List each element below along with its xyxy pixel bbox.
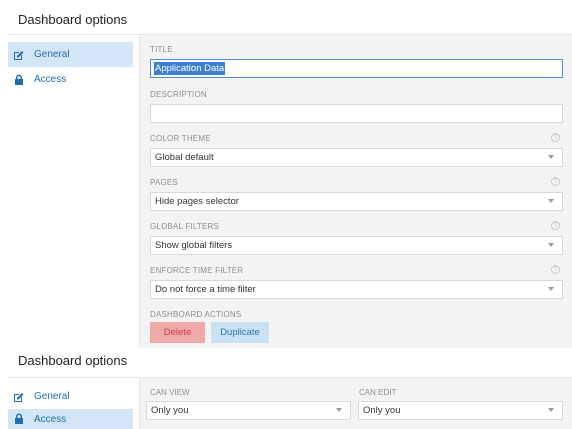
pages-select[interactable]: Hide pages selector xyxy=(150,192,563,211)
chevron-down-icon xyxy=(548,199,554,203)
title-input-value: Application Data xyxy=(154,62,226,75)
title-label: TITLE xyxy=(150,45,173,54)
sidebar-item-access[interactable]: Access xyxy=(8,409,133,429)
edit-icon xyxy=(12,390,25,403)
color-theme-select[interactable]: Global default xyxy=(150,148,563,167)
help-icon[interactable]: ? xyxy=(551,265,560,274)
sidebar-item-general[interactable]: General xyxy=(8,384,133,409)
global-filters-label: GLOBAL FILTERS xyxy=(150,222,220,231)
chevron-down-icon xyxy=(548,408,554,412)
sidebar-item-label: Access xyxy=(34,413,67,425)
sidebar-item-label: General xyxy=(34,49,70,60)
dashboard-actions-label: DASHBOARD ACTIONS xyxy=(150,310,242,319)
color-theme-label: COLOR THEME xyxy=(150,134,211,143)
description-input[interactable] xyxy=(150,104,563,123)
lock-icon xyxy=(12,73,25,86)
chevron-down-icon xyxy=(548,155,554,159)
enforce-time-filter-value: Do not force a time filter xyxy=(155,284,256,295)
chevron-down-icon xyxy=(548,243,554,247)
can-edit-select[interactable]: Only you xyxy=(358,401,563,420)
can-edit-label: CAN EDIT xyxy=(359,388,397,397)
can-edit-value: Only you xyxy=(363,405,401,416)
pages-label: PAGES xyxy=(150,178,178,187)
color-theme-value: Global default xyxy=(155,152,214,163)
help-icon[interactable]: ? xyxy=(551,133,560,142)
help-icon[interactable]: ? xyxy=(551,221,560,230)
description-label: DESCRIPTION xyxy=(150,90,207,99)
sidebar-item-general[interactable]: General xyxy=(8,42,133,67)
global-filters-value: Show global filters xyxy=(155,240,233,251)
panel-title: Dashboard options xyxy=(18,12,128,27)
can-view-label: CAN VIEW xyxy=(150,388,190,397)
enforce-time-filter-select[interactable]: Do not force a time filter xyxy=(150,280,563,299)
can-view-value: Only you xyxy=(151,405,189,416)
delete-button[interactable]: Delete xyxy=(150,322,205,343)
sidebar-item-access[interactable]: Access xyxy=(8,67,133,92)
title-input[interactable]: Application Data xyxy=(150,59,563,78)
pages-value: Hide pages selector xyxy=(155,196,239,207)
chevron-down-icon xyxy=(336,408,342,412)
chevron-down-icon xyxy=(548,287,554,291)
enforce-time-filter-label: ENFORCE TIME FILTER xyxy=(150,266,244,275)
panel-title: Dashboard options xyxy=(18,353,128,368)
duplicate-button[interactable]: Duplicate xyxy=(211,322,269,343)
sidebar-item-label: Access xyxy=(34,74,67,85)
edit-icon xyxy=(12,48,25,61)
sidebar-item-label: General xyxy=(34,391,70,402)
lock-icon xyxy=(12,413,25,426)
help-icon[interactable]: ? xyxy=(551,177,560,186)
global-filters-select[interactable]: Show global filters xyxy=(150,236,563,255)
can-view-select[interactable]: Only you xyxy=(146,401,351,420)
